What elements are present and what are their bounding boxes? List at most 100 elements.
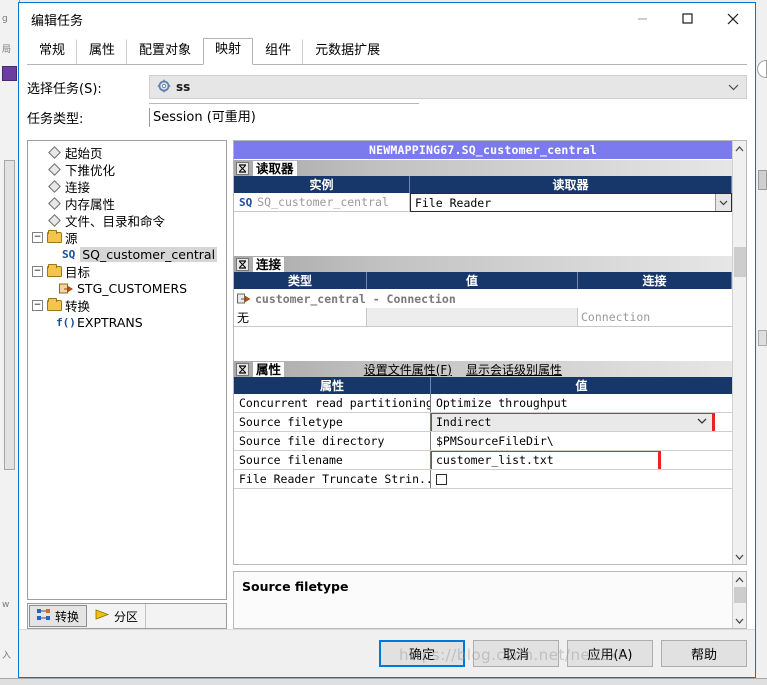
minimize-icon[interactable] [620,3,665,34]
maximize-icon[interactable] [665,3,710,34]
set-file-properties-link[interactable]: 设置文件属性(F) [364,361,452,378]
property-row-file-reader-truncate-string[interactable]: File Reader Truncate Strin... [234,470,732,489]
parent-ghost-text-4: 入 [2,651,12,661]
folder-icon [46,230,62,243]
select-task-combobox[interactable]: ss [149,75,747,99]
tree-item-label: 文件、目录和命令 [65,214,166,229]
bottom-tab-partitions[interactable]: 分区 [88,604,147,628]
connections-col-type: 类型 [234,272,367,289]
connections-section-header: 连接 [234,255,732,272]
mapping-banner: NEWMAPPING67.SQ_customer_central [234,141,732,159]
source-filetype-dropdown[interactable]: Indirect [431,413,715,431]
close-icon[interactable] [710,3,755,34]
detail-panel-scrollbar[interactable] [732,141,746,564]
property-row-concurrent-read-partitioning[interactable]: Concurrent read partitioning Optimize th… [234,394,732,413]
scroll-down-icon[interactable] [733,549,747,564]
ok-button[interactable]: 确定 [379,640,465,667]
tree-item-files-dirs-commands[interactable]: 文件、目录和命令 [30,212,224,229]
mapping-split-area: 起始页 下推优化 连接 内存属性 文件、目录和命令 − 源 SQ SQ_cust… [19,138,755,629]
property-row-source-filetype[interactable]: Source filetype Indirect [234,413,732,432]
scroll-up-icon[interactable] [733,141,747,156]
source-filetype-value: Indirect [436,415,492,429]
connections-collapse-icon[interactable] [236,257,249,271]
connections-value-cell[interactable] [367,308,578,326]
connections-col-value: 值 [367,272,578,289]
tree-item-connections[interactable]: 连接 [30,178,224,195]
tree-item-memory-properties[interactable]: 内存属性 [30,195,224,212]
tab-properties-label: 属性 [89,43,116,58]
scroll-up-icon[interactable] [733,572,747,587]
tree-group-sources[interactable]: − 源 [30,229,224,246]
scroll-thumb[interactable] [733,246,746,277]
tree-item-label: SQ_customer_central [80,247,218,262]
sq-icon: SQ [62,248,76,261]
chevron-down-icon[interactable] [728,76,739,98]
tree-item-stg-customers[interactable]: STG_CUSTOMERS [30,280,224,297]
task-type-divider [149,103,419,104]
tab-components[interactable]: 组件 [253,39,304,64]
connections-group-value: customer_central - Connection [255,291,456,306]
source-filename-input[interactable]: customer_list.txt [431,451,661,469]
tree-item-label: EXPTRANS [77,315,143,330]
bottom-tab-transformations-label: 转换 [55,609,80,624]
parent-scrollbar[interactable] [4,160,15,470]
help-button[interactable]: 帮助 [661,640,747,667]
property-row-source-filename[interactable]: Source filename customer_list.txt [234,451,732,470]
property-description-text: Source filetype [242,579,349,594]
reader-row[interactable]: SQ SQ_customer_central File Reader [234,193,732,212]
reader-section-filler [234,212,732,255]
property-value[interactable]: Optimize throughput [431,394,732,412]
reader-collapse-icon[interactable] [236,161,249,175]
collapse-expander-icon[interactable]: − [32,266,43,277]
parent-ghost-text-3: w [2,600,10,610]
property-value[interactable]: $PMSourceFileDir\ [431,432,732,450]
chevron-down-icon[interactable] [715,194,731,211]
apply-button-label: 应用(A) [587,648,633,663]
bottom-tab-transformations[interactable]: 转换 [29,605,88,627]
diamond-icon [46,214,62,227]
folder-icon [46,298,62,311]
truncate-string-checkbox[interactable] [436,473,447,485]
tab-config-object[interactable]: 配置对象 [127,39,203,64]
tab-mapping-label: 映射 [215,42,242,57]
show-session-level-properties-link[interactable]: 显示会话级别属性 [466,361,562,378]
scroll-thumb[interactable] [733,587,746,603]
tree-item-sq-customer-central[interactable]: SQ SQ_customer_central [30,246,224,263]
connections-group-row[interactable]: customer_central - Connection [234,289,732,308]
cancel-button[interactable]: 取消 [473,640,559,667]
scroll-down-icon[interactable] [733,613,747,628]
connections-connection-cell[interactable]: Connection [578,308,732,326]
tab-general[interactable]: 常规 [27,39,78,64]
dialog-titlebar[interactable]: 编辑任务 [19,3,755,35]
tree-item-pushdown-optimization[interactable]: 下推优化 [30,161,224,178]
tree-item-label: 目标 [65,265,91,280]
property-value-wrap [431,470,732,488]
tab-properties[interactable]: 属性 [77,39,128,64]
reader-type-dropdown[interactable]: File Reader [410,193,732,212]
tab-metadata-extensions-label: 元数据扩展 [315,43,381,58]
select-task-label: 选择任务(S): [27,81,102,97]
properties-section-title: 属性 [253,361,285,377]
tree-item-start-page[interactable]: 起始页 [30,144,224,161]
reader-col-reader: 读取器 [410,176,732,193]
tab-metadata-extensions[interactable]: 元数据扩展 [303,39,392,64]
tab-mapping[interactable]: 映射 [203,38,254,65]
tree-group-targets[interactable]: − 目标 [30,263,224,280]
description-scrollbar[interactable] [732,572,746,628]
properties-grid-header: 属性 值 [234,377,732,394]
chevron-down-icon[interactable] [697,417,707,427]
navigator-column: 起始页 下推优化 连接 内存属性 文件、目录和命令 − 源 SQ SQ_cust… [27,140,227,629]
connection-arrow-icon [237,293,250,305]
cancel-button-label: 取消 [502,648,529,663]
mapping-tree[interactable]: 起始页 下推优化 连接 内存属性 文件、目录和命令 − 源 SQ SQ_cust… [27,140,227,600]
collapse-expander-icon[interactable]: − [32,232,43,243]
tree-group-transformations[interactable]: − 转换 [30,297,224,314]
reader-instance-cell: SQ SQ_customer_central [234,193,410,211]
properties-collapse-icon[interactable] [236,362,249,376]
connections-row[interactable]: 无 Connection [234,308,732,327]
property-description-box: Source filetype [233,571,747,629]
apply-button[interactable]: 应用(A) [567,640,653,667]
collapse-expander-icon[interactable]: − [32,300,43,311]
property-row-source-file-directory[interactable]: Source file directory $PMSourceFileDir\ [234,432,732,451]
tree-item-exptrans[interactable]: f() EXPTRANS [30,314,224,331]
